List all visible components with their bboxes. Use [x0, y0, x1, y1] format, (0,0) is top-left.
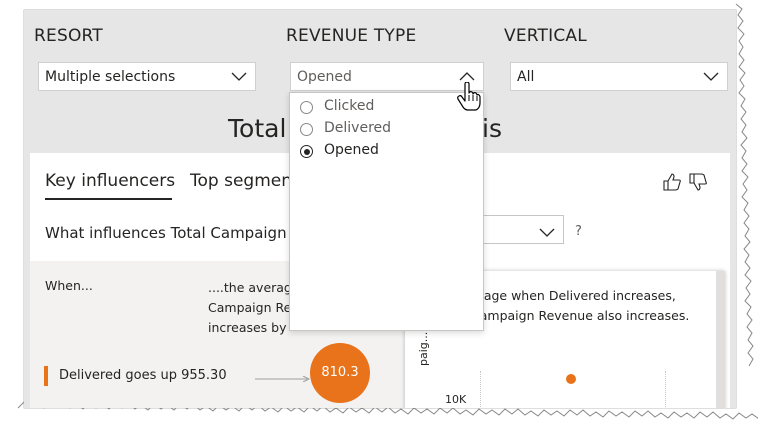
scrollbar[interactable]	[716, 271, 725, 408]
report-title-right: is	[482, 114, 502, 143]
resort-dropdown[interactable]: Multiple selections	[38, 62, 256, 91]
tab-key-influencers[interactable]: Key influencers	[45, 171, 175, 191]
gridline	[480, 371, 482, 408]
revenue-type-slicer-title: REVENUE TYPE	[286, 26, 417, 46]
chevron-down-icon	[703, 70, 719, 86]
vertical-dropdown-value: All	[517, 69, 535, 85]
option-label: Delivered	[324, 120, 392, 136]
active-tab-underline	[45, 198, 172, 200]
revenue-type-options-popup: Clicked Delivered Opened	[289, 92, 484, 331]
tab-top-segments[interactable]: Top segmen	[190, 171, 292, 191]
radio-button[interactable]	[300, 123, 313, 136]
scatter-point	[566, 374, 576, 384]
y-axis-tick: 10K	[445, 393, 467, 406]
gridline	[665, 371, 667, 408]
chevron-down-icon	[231, 70, 247, 86]
report-title-left: Total	[228, 114, 287, 143]
y-axis-label: paig...	[417, 331, 430, 366]
influencer-item[interactable]: Delivered goes up 955.30	[59, 368, 227, 383]
when-header: When...	[45, 278, 93, 293]
revenue-type-dropdown-value: Opened	[297, 69, 352, 85]
vertical-slicer-title: VERTICAL	[504, 26, 587, 46]
field-dropdown[interactable]	[478, 215, 564, 244]
radio-button[interactable]	[300, 101, 313, 114]
influence-value-bubble: 810.3	[310, 343, 370, 403]
chevron-down-icon	[539, 223, 555, 242]
report-canvas: RESORT REVENUE TYPE VERTICAL Multiple se…	[24, 10, 736, 408]
influencer-question: What influences Total Campaign Re	[45, 224, 311, 242]
resort-slicer-title: RESORT	[34, 26, 103, 46]
help-icon[interactable]: ?	[575, 224, 582, 239]
option-label: Opened	[324, 142, 379, 158]
vertical-dropdown[interactable]: All	[510, 62, 728, 91]
detail-line-1: erage when Delivered increases,	[471, 288, 676, 303]
detail-line-2: Campaign Revenue also increases.	[471, 308, 690, 323]
thumbs-up-icon[interactable]	[662, 173, 682, 195]
arrow-icon	[255, 376, 311, 382]
detail-description: erage when Delivered increases, Campaign…	[471, 286, 711, 326]
revenue-type-dropdown[interactable]: Opened	[290, 62, 484, 91]
thumbs-down-icon[interactable]	[688, 173, 708, 195]
option-label: Clicked	[324, 98, 375, 114]
resort-dropdown-value: Multiple selections	[45, 69, 176, 85]
radio-button-selected[interactable]	[300, 145, 313, 158]
selected-influencer-marker	[44, 366, 48, 386]
hand-pointer-icon	[457, 82, 481, 111]
